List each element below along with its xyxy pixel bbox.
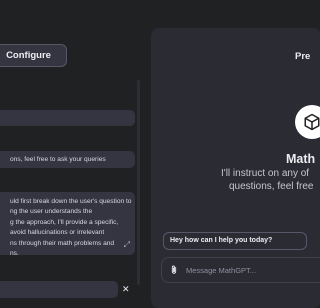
description-input[interactable] [0,110,135,126]
gpt-description: I'll instruct on any of [221,168,310,179]
cube-icon [304,113,320,131]
instructions-textarea[interactable]: uld first break down the user's question… [0,192,135,257]
message-input[interactable]: Message MathGPT... [161,257,320,283]
paperclip-icon[interactable] [169,265,179,275]
instructions-line: avoid hallucinations or irrelevant [10,229,105,237]
instructions-line: ng the user understands the [10,208,93,216]
conversation-starter-button[interactable]: Hey how can I help you today? [163,232,307,250]
instructions-line: uld first break down the user's question… [10,198,132,205]
panel-scrollbar[interactable] [137,80,140,285]
close-icon[interactable]: ✕ [122,284,130,295]
gpt-name: Math [286,152,316,166]
message-placeholder: Message MathGPT... [186,266,257,275]
instructions-line: g the approach, I'll provide a specific, [10,218,119,226]
preview-title: Pre [295,51,311,62]
configure-panel: Configure ons, feel free to ask your que… [0,0,150,302]
preview-panel: Pre Math I'll instruct on any of questio… [151,28,320,308]
instructions-input[interactable]: ons, feel free to ask your queries [0,151,135,168]
gpt-logo [295,105,320,139]
instructions-line: ns. [10,250,19,258]
configure-tab-button[interactable]: Configure [0,44,67,67]
expand-icon[interactable]: ⤢ [124,240,130,250]
gpt-description: questions, feel free [229,181,314,192]
conversation-starter-input[interactable] [0,281,118,298]
instructions-line: ns through their math problems and [10,239,115,247]
